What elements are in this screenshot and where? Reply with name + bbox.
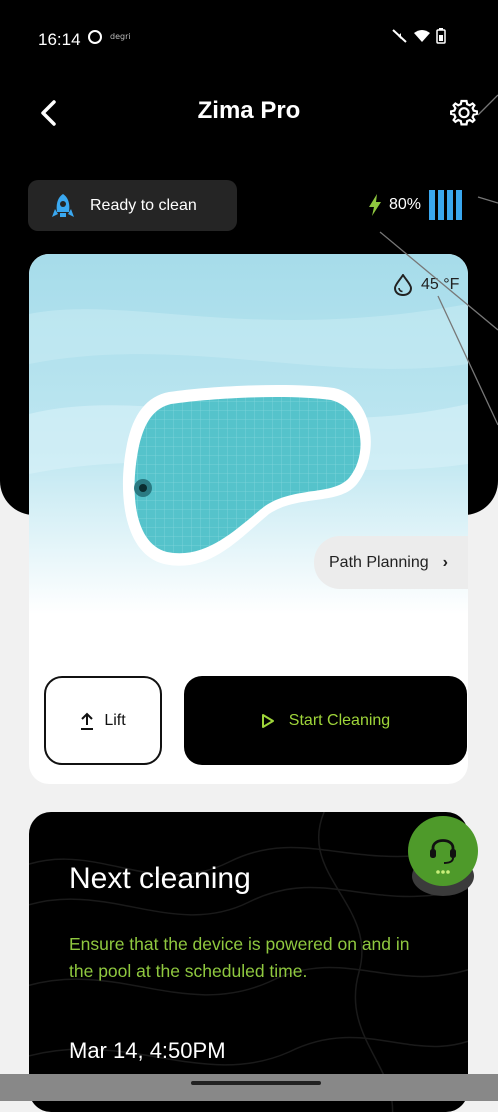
temperature-value: 45 °F [421,276,460,293]
lift-button[interactable]: Lift [44,676,162,765]
start-cleaning-label: Start Cleaning [288,711,391,729]
pool-card: 45 °F Path Planning › Lift Start Cleanin… [29,254,468,784]
lift-label: Lift [104,711,126,729]
start-cleaning-button[interactable]: Start Cleaning [184,676,467,765]
headset-icon [430,839,456,874]
mute-icon [392,29,407,43]
page-title: Zima Pro [197,97,301,124]
battery-percent: 80% [389,196,422,213]
status-time: 16:14 [38,30,81,49]
wifi-icon [414,30,430,42]
path-planning-label: Path Planning [329,553,429,571]
next-cleaning-description: Ensure that the device is powered on and… [69,934,410,981]
next-cleaning-date: Mar 14, 4:50PM [69,1038,226,1063]
status-icons [392,28,446,44]
support-button[interactable] [408,816,478,886]
path-planning-button[interactable]: Path Planning › [314,536,468,589]
water-temperature: 45 °F [393,274,459,296]
chevron-right-icon: › [442,553,448,571]
robot-icon [52,193,74,217]
next-cleaning-card: Next cleaning Ensure that the device is … [29,812,468,1112]
carrier-label: degri [110,32,131,41]
charging-bolt-icon [369,194,381,216]
play-icon [261,713,274,728]
battery-level-icon [429,190,463,220]
battery-indicator: 80% [368,190,463,220]
device-status-label: Ready to clean [90,196,197,214]
device-status-badge: Ready to clean [28,180,237,231]
arrow-up-icon [81,712,94,730]
system-navigation-bar [0,1074,498,1101]
home-gesture-handle[interactable] [191,1081,321,1085]
next-cleaning-title: Next cleaning [69,862,251,895]
do-not-disturb-icon [88,30,102,44]
status-bar: 16:14 degri [0,0,498,80]
battery-icon [436,28,446,44]
water-drop-icon [393,274,413,296]
gear-icon[interactable] [450,98,478,126]
